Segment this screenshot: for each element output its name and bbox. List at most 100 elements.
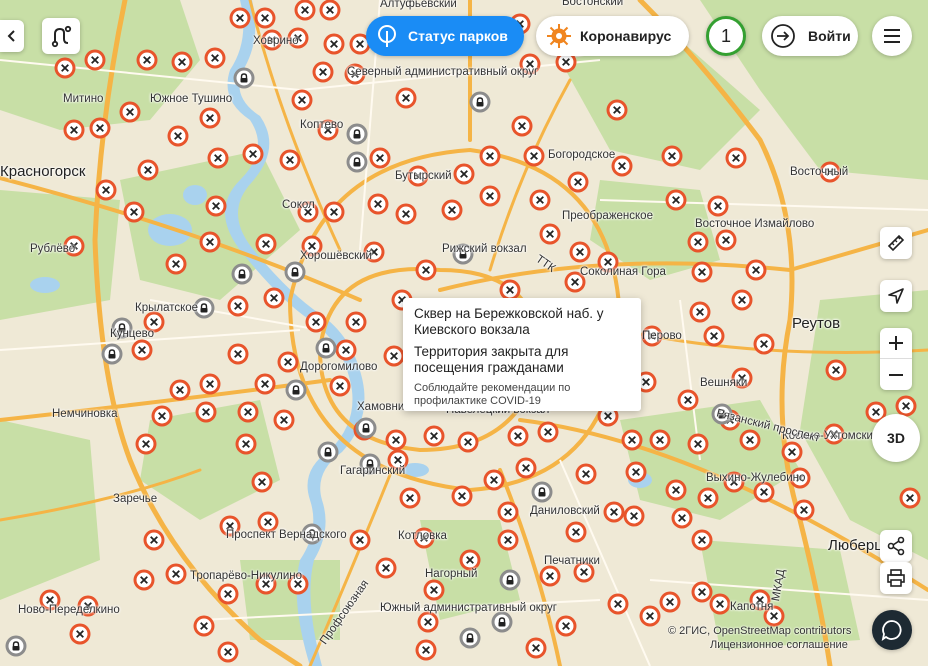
closed-park-marker[interactable] xyxy=(375,557,397,579)
closed-park-marker[interactable] xyxy=(723,471,745,493)
closed-park-marker[interactable] xyxy=(749,589,771,611)
open-park-marker[interactable] xyxy=(346,151,368,173)
closed-park-marker[interactable] xyxy=(479,145,501,167)
closed-park-marker[interactable] xyxy=(661,145,683,167)
closed-park-marker[interactable] xyxy=(395,203,417,225)
menu-button[interactable] xyxy=(872,16,912,56)
closed-park-marker[interactable] xyxy=(511,115,533,137)
closed-park-marker[interactable] xyxy=(709,593,731,615)
zoom-out-button[interactable] xyxy=(880,359,912,390)
closed-park-marker[interactable] xyxy=(387,449,409,471)
closed-park-marker[interactable] xyxy=(123,201,145,223)
closed-park-marker[interactable] xyxy=(649,429,671,451)
closed-park-marker[interactable] xyxy=(323,33,345,55)
closed-park-marker[interactable] xyxy=(217,641,239,663)
closed-park-marker[interactable] xyxy=(349,529,371,551)
print-button[interactable] xyxy=(880,562,912,594)
closed-park-marker[interactable] xyxy=(597,251,619,273)
closed-park-marker[interactable] xyxy=(459,549,481,571)
closed-park-marker[interactable] xyxy=(193,615,215,637)
closed-park-marker[interactable] xyxy=(607,593,629,615)
closed-park-marker[interactable] xyxy=(95,179,117,201)
open-park-marker[interactable] xyxy=(711,403,733,425)
closed-park-marker[interactable] xyxy=(415,259,437,281)
open-park-marker[interactable] xyxy=(499,569,521,591)
closed-park-marker[interactable] xyxy=(219,515,241,537)
closed-park-marker[interactable] xyxy=(725,147,747,169)
closed-park-marker[interactable] xyxy=(731,367,753,389)
closed-park-marker[interactable] xyxy=(567,171,589,193)
closed-park-marker[interactable] xyxy=(691,261,713,283)
closed-park-marker[interactable] xyxy=(606,99,628,121)
closed-park-marker[interactable] xyxy=(565,521,587,543)
closed-park-marker[interactable] xyxy=(659,591,681,613)
closed-park-marker[interactable] xyxy=(84,49,106,71)
closed-park-marker[interactable] xyxy=(199,107,221,129)
closed-park-marker[interactable] xyxy=(254,7,276,29)
closed-park-marker[interactable] xyxy=(131,339,153,361)
my-location-button[interactable] xyxy=(880,280,912,312)
closed-park-marker[interactable] xyxy=(273,409,295,431)
closed-park-marker[interactable] xyxy=(479,185,501,207)
closed-park-marker[interactable] xyxy=(165,253,187,275)
closed-park-marker[interactable] xyxy=(312,61,334,83)
closed-park-marker[interactable] xyxy=(731,289,753,311)
closed-park-marker[interactable] xyxy=(119,101,141,123)
closed-park-marker[interactable] xyxy=(297,201,319,223)
park-status-button[interactable]: Статус парков xyxy=(366,16,524,56)
closed-park-marker[interactable] xyxy=(539,223,561,245)
license-link[interactable]: Лицензионное соглашение xyxy=(668,638,851,652)
closed-park-marker[interactable] xyxy=(242,143,264,165)
closed-park-marker[interactable] xyxy=(195,401,217,423)
closed-park-marker[interactable] xyxy=(305,311,327,333)
closed-park-marker[interactable] xyxy=(441,199,463,221)
open-park-marker[interactable] xyxy=(285,379,307,401)
closed-park-marker[interactable] xyxy=(671,507,693,529)
closed-park-marker[interactable] xyxy=(137,159,159,181)
open-park-marker[interactable] xyxy=(315,337,337,359)
closed-park-marker[interactable] xyxy=(54,57,76,79)
open-park-marker[interactable] xyxy=(5,635,27,657)
closed-park-marker[interactable] xyxy=(369,147,391,169)
closed-park-marker[interactable] xyxy=(135,433,157,455)
closed-park-marker[interactable] xyxy=(227,295,249,317)
closed-park-marker[interactable] xyxy=(423,579,445,601)
closed-park-marker[interactable] xyxy=(781,441,803,463)
closed-park-marker[interactable] xyxy=(707,195,729,217)
closed-park-marker[interactable] xyxy=(279,149,301,171)
closed-park-marker[interactable] xyxy=(819,161,841,183)
closed-park-marker[interactable] xyxy=(165,563,187,585)
closed-park-marker[interactable] xyxy=(287,573,309,595)
closed-park-marker[interactable] xyxy=(323,201,345,223)
closed-park-marker[interactable] xyxy=(136,49,158,71)
open-park-marker[interactable] xyxy=(359,453,381,475)
closed-park-marker[interactable] xyxy=(345,311,367,333)
closed-park-marker[interactable] xyxy=(317,119,339,141)
closed-park-marker[interactable] xyxy=(569,241,591,263)
closed-park-marker[interactable] xyxy=(611,155,633,177)
closed-park-marker[interactable] xyxy=(407,165,429,187)
open-park-marker[interactable] xyxy=(531,481,553,503)
closed-park-marker[interactable] xyxy=(497,529,519,551)
closed-park-marker[interactable] xyxy=(255,233,277,255)
closed-park-marker[interactable] xyxy=(385,429,407,451)
closed-park-marker[interactable] xyxy=(383,345,405,367)
open-park-marker[interactable] xyxy=(452,243,474,265)
closed-park-marker[interactable] xyxy=(277,351,299,373)
open-park-marker[interactable] xyxy=(101,343,123,365)
closed-park-marker[interactable] xyxy=(77,595,99,617)
open-park-marker[interactable] xyxy=(301,523,323,545)
closed-park-marker[interactable] xyxy=(525,637,547,659)
closed-park-marker[interactable] xyxy=(687,433,709,455)
closed-park-marker[interactable] xyxy=(564,271,586,293)
closed-park-marker[interactable] xyxy=(537,421,559,443)
open-park-marker[interactable] xyxy=(317,441,339,463)
closed-park-marker[interactable] xyxy=(641,325,663,347)
closed-park-marker[interactable] xyxy=(237,401,259,423)
closed-park-marker[interactable] xyxy=(291,89,313,111)
closed-park-marker[interactable] xyxy=(497,501,519,523)
closed-park-marker[interactable] xyxy=(143,311,165,333)
closed-park-marker[interactable] xyxy=(825,359,847,381)
closed-park-marker[interactable] xyxy=(167,125,189,147)
closed-park-marker[interactable] xyxy=(344,63,366,85)
